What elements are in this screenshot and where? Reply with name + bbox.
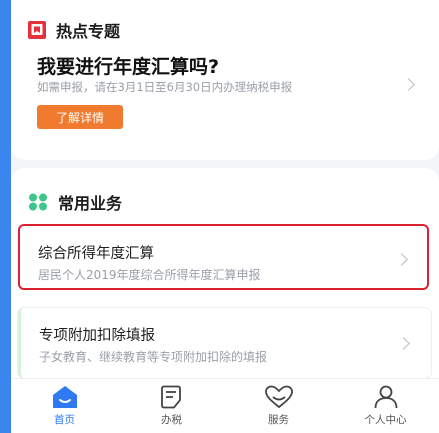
list-item-special-deduction[interactable]: 专项附加扣除填报 子女教育、继续教育等专项附加扣除的填报 <box>18 308 431 378</box>
item-subtitle: 子女教育、继续教育等专项附加扣除的填报 <box>39 350 268 364</box>
tab-tax[interactable]: 办税 <box>118 379 225 433</box>
hot-topics-title: 热点专题 <box>56 22 121 41</box>
person-icon <box>374 385 397 409</box>
item-title: 专项附加扣除填报 <box>39 328 155 344</box>
chevron-right-icon <box>397 337 410 350</box>
hot-topics-card: 热点专题 我要进行年度汇算吗? 如需申报，请在3月1日至6月30日内办理纳税申报… <box>11 0 439 160</box>
annual-settlement-headline[interactable]: 我要进行年度汇算吗? <box>37 52 219 79</box>
item-title: 综合所得年度汇算 <box>38 246 154 262</box>
home-icon <box>52 386 77 408</box>
tab-personal-center[interactable]: 个人中心 <box>332 379 439 433</box>
tab-service[interactable]: 服务 <box>225 379 332 433</box>
grid-icon <box>28 193 48 211</box>
tax-form-icon <box>160 385 181 409</box>
tab-label: 办税 <box>161 414 182 426</box>
item-subtitle: 居民个人2019年度综合所得年度汇算申报 <box>38 268 261 282</box>
tab-home[interactable]: 首页 <box>11 379 118 433</box>
annual-settlement-subtitle: 如需申报，请在3月1日至6月30日内办理纳税申报 <box>37 80 293 94</box>
list-item-annual-settlement[interactable]: 综合所得年度汇算 居民个人2019年度综合所得年度汇算申报 <box>18 224 429 290</box>
hot-topic-icon <box>28 21 46 39</box>
tab-label: 服务 <box>268 414 289 426</box>
app-screen: 热点专题 我要进行年度汇算吗? 如需申报，请在3月1日至6月30日内办理纳税申报… <box>11 0 439 433</box>
service-heart-icon <box>264 385 293 409</box>
common-business-title: 常用业务 <box>58 194 123 213</box>
tab-label: 个人中心 <box>364 414 407 426</box>
tab-label: 首页 <box>54 414 75 426</box>
common-business-header: 常用业务 <box>28 190 122 214</box>
learn-more-button[interactable]: 了解详情 <box>37 105 123 129</box>
chevron-right-icon <box>395 253 408 266</box>
hot-topics-header: 热点专题 <box>28 18 120 42</box>
chevron-right-icon[interactable] <box>402 78 415 91</box>
bottom-tab-bar: 首页 办税 服务 个人中心 <box>11 378 439 433</box>
